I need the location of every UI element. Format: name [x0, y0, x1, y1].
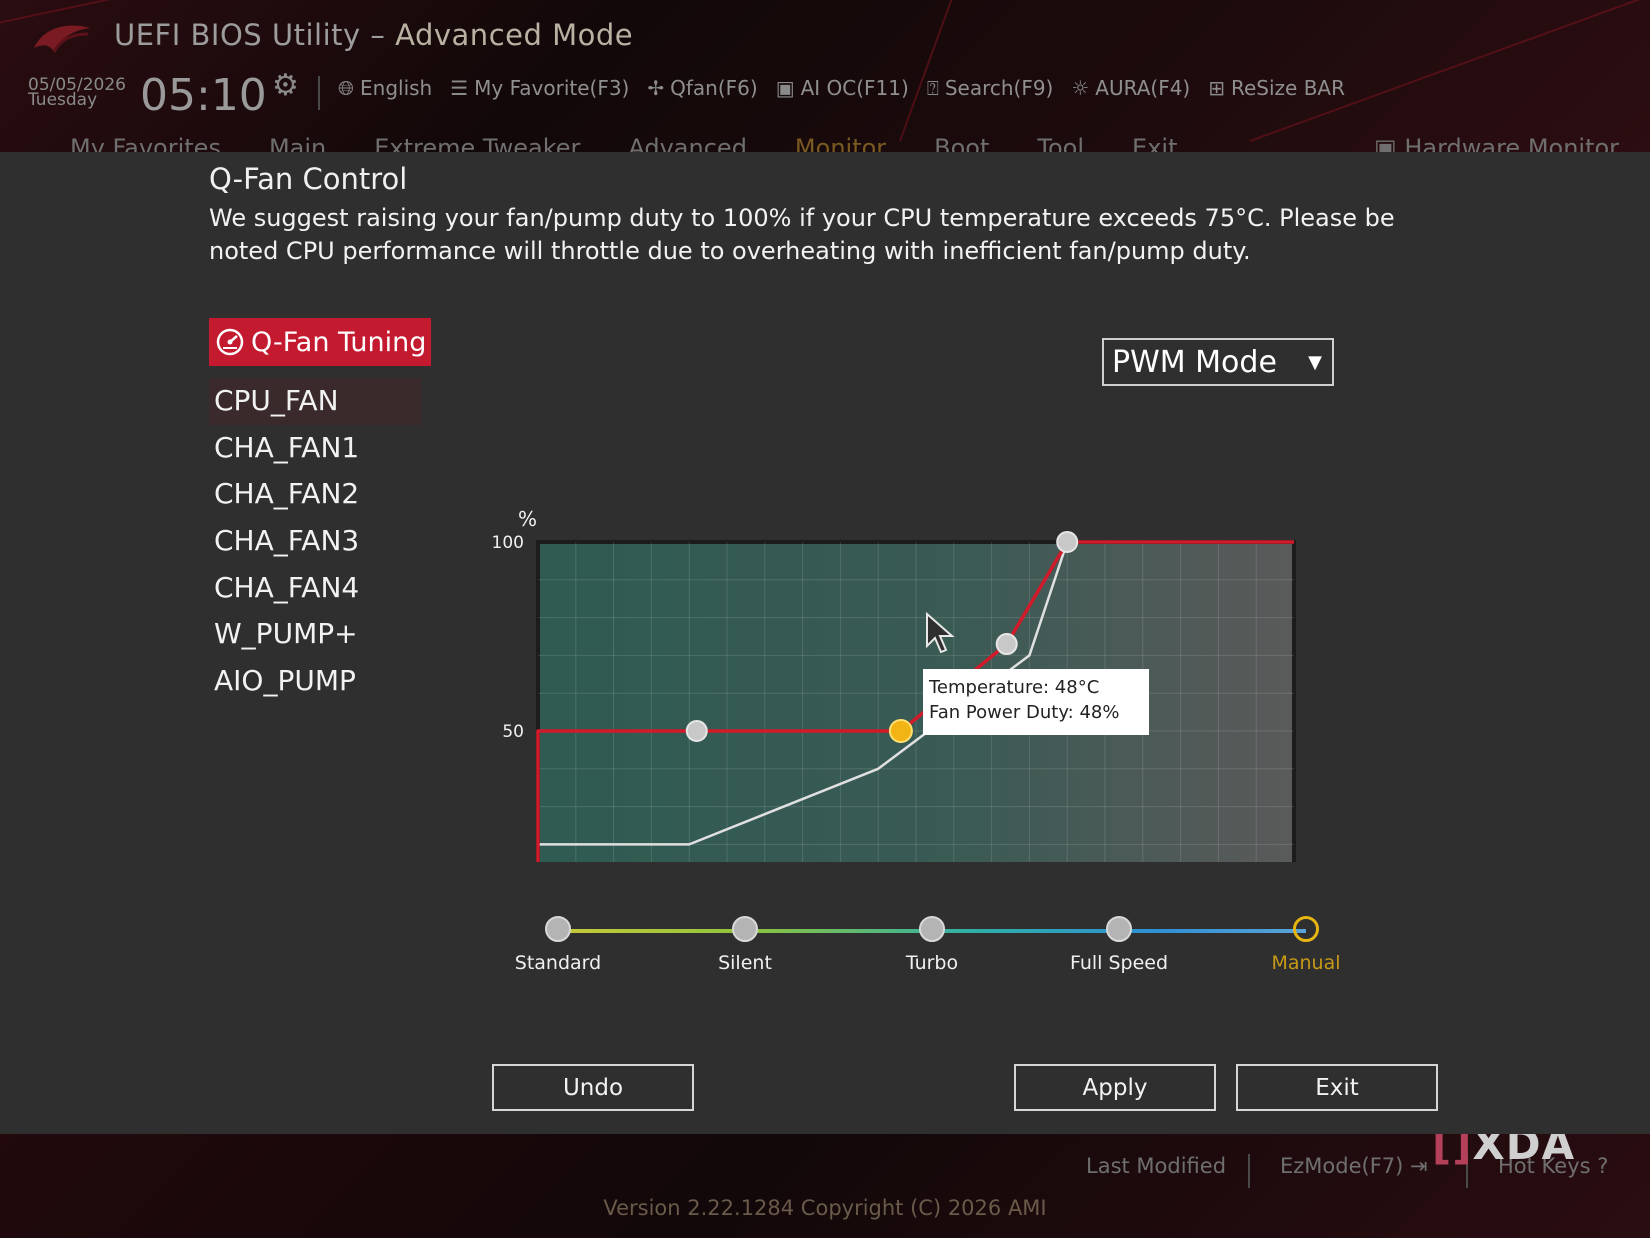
- undo-button[interactable]: Undo: [492, 1064, 694, 1111]
- clock: 05:10: [140, 70, 267, 121]
- favorite-icon: ☰: [450, 76, 469, 100]
- tab-exit[interactable]: Exit: [1132, 134, 1177, 152]
- apply-button[interactable]: Apply: [1014, 1064, 1216, 1111]
- point-tooltip: Temperature: 48°C Fan Power Duty: 48%: [923, 669, 1149, 735]
- fan-icon: ✢: [647, 76, 665, 100]
- tab-monitor[interactable]: Monitor: [795, 134, 886, 152]
- search-button[interactable]: ⍰ Search(F9): [927, 76, 1054, 100]
- y-axis-label: %: [518, 507, 537, 531]
- preset-turbo[interactable]: Turbo: [857, 916, 1007, 974]
- grid-lines: [538, 542, 1294, 862]
- tab-extreme-tweaker[interactable]: Extreme Tweaker: [374, 134, 580, 152]
- qfan-control-dialog: Q-Fan Control We suggest raising your fa…: [0, 152, 1650, 1134]
- resize-bar-button[interactable]: ⊞ ReSize BAR: [1208, 76, 1345, 100]
- preset-knob-selected: [1293, 916, 1319, 942]
- curve-point[interactable]: [1056, 531, 1079, 553]
- weekday-text: Tuesday: [28, 90, 98, 110]
- curve-point-selected[interactable]: [888, 719, 913, 743]
- fan-item-cha-fan3[interactable]: CHA_FAN3: [209, 518, 421, 565]
- qfan-button[interactable]: ✢ Qfan(F6): [647, 76, 757, 100]
- header-decoration: [899, 0, 963, 142]
- app-title: UEFI BIOS Utility – Advanced Mode: [114, 18, 634, 52]
- exit-arrow-icon: ⇥: [1410, 1154, 1428, 1178]
- ai-oc-button[interactable]: ▣ AI OC(F11): [776, 76, 909, 100]
- dialog-description: We suggest raising your fan/pump duty to…: [209, 204, 1395, 265]
- y-tick-label: 50: [502, 722, 524, 742]
- globe-icon: 🌐︎: [338, 76, 354, 100]
- resize-bar-icon: ⊞: [1208, 76, 1225, 100]
- preset-manual[interactable]: Manual: [1231, 916, 1381, 974]
- tooltip-duty: Fan Power Duty: 48%: [929, 702, 1120, 723]
- xda-watermark-logo: []XDA: [1432, 1134, 1576, 1169]
- main-nav: My Favorites Main Extreme Tweaker Advanc…: [70, 134, 1177, 152]
- curve-point[interactable]: [685, 720, 708, 742]
- y-tick-label: 100: [492, 533, 524, 553]
- fan-preset-slider[interactable]: Standard Silent Turbo Full Speed Manual: [515, 902, 1360, 982]
- rog-logo-icon: [34, 25, 90, 53]
- version-text: Version 2.22.1284 Copyright (C) 2026 AMI: [603, 1196, 1047, 1220]
- last-modified-button[interactable]: Last Modified: [1086, 1154, 1226, 1178]
- tab-my-favorites[interactable]: My Favorites: [70, 134, 221, 152]
- preset-knob: [732, 916, 758, 942]
- aura-button[interactable]: ☼ AURA(F4): [1071, 76, 1190, 100]
- language-button[interactable]: 🌐︎ English: [338, 76, 432, 100]
- help-icon: ?: [1597, 1154, 1609, 1178]
- tab-boot[interactable]: Boot: [934, 134, 989, 152]
- bios-header: UEFI BIOS Utility – Advanced Mode 05/05/…: [0, 0, 1650, 152]
- gear-icon[interactable]: ⚙: [272, 68, 299, 103]
- exit-button[interactable]: Exit: [1236, 1064, 1438, 1111]
- my-favorite-button[interactable]: ☰ My Favorite(F3): [450, 76, 629, 100]
- tab-tool[interactable]: Tool: [1037, 134, 1084, 152]
- fan-item-cha-fan1[interactable]: CHA_FAN1: [209, 425, 421, 472]
- fan-item-cpu-fan[interactable]: CPU_FAN: [209, 378, 421, 425]
- header-decoration: [1249, 0, 1650, 142]
- hardware-monitor-tab[interactable]: ▣ Hardware Monitor: [1374, 134, 1619, 152]
- chip-icon: ▣: [775, 76, 795, 100]
- tuning-label: Q-Fan Tuning: [251, 326, 427, 358]
- mouse-cursor-icon: [926, 612, 955, 654]
- tooltip-temperature: Temperature: 48°C: [929, 677, 1100, 698]
- fan-item-cha-fan4[interactable]: CHA_FAN4: [209, 565, 421, 612]
- fan-item-cha-fan2[interactable]: CHA_FAN2: [209, 471, 421, 518]
- divider: [318, 76, 320, 110]
- toolbar: 🌐︎ English ☰ My Favorite(F3) ✢ Qfan(F6) ▣ AI…: [338, 76, 1345, 100]
- aura-icon: ☼: [1071, 76, 1090, 100]
- preset-full-speed[interactable]: Full Speed: [1044, 916, 1194, 974]
- bios-footer: Last Modified EzMode(F7) ⇥ Hot Keys ? Ve…: [0, 1134, 1650, 1238]
- fan-item-w-pump[interactable]: W_PUMP+: [209, 611, 421, 658]
- divider: [1248, 1154, 1250, 1188]
- fan-item-aio-pump[interactable]: AIO_PUMP: [209, 658, 421, 705]
- dialog-title: Q-Fan Control: [209, 162, 408, 196]
- preset-knob: [919, 916, 945, 942]
- fan-list: CPU_FAN CHA_FAN1 CHA_FAN2 CHA_FAN3 CHA_F…: [209, 378, 421, 705]
- date-display: 05/05/2026 Tuesday: [28, 77, 126, 110]
- preset-knob: [1106, 916, 1132, 942]
- gauge-icon: [216, 328, 244, 356]
- ezmode-button[interactable]: EzMode(F7) ⇥: [1280, 1154, 1428, 1178]
- curve-point[interactable]: [995, 633, 1018, 656]
- qfan-tuning-button[interactable]: Q-Fan Tuning: [209, 318, 431, 366]
- tab-advanced[interactable]: Advanced: [628, 134, 747, 152]
- preset-silent[interactable]: Silent: [670, 916, 820, 974]
- preset-knob: [545, 916, 571, 942]
- tab-main[interactable]: Main: [269, 134, 326, 152]
- preset-standard[interactable]: Standard: [483, 916, 633, 974]
- search-icon: ⍰: [926, 76, 939, 100]
